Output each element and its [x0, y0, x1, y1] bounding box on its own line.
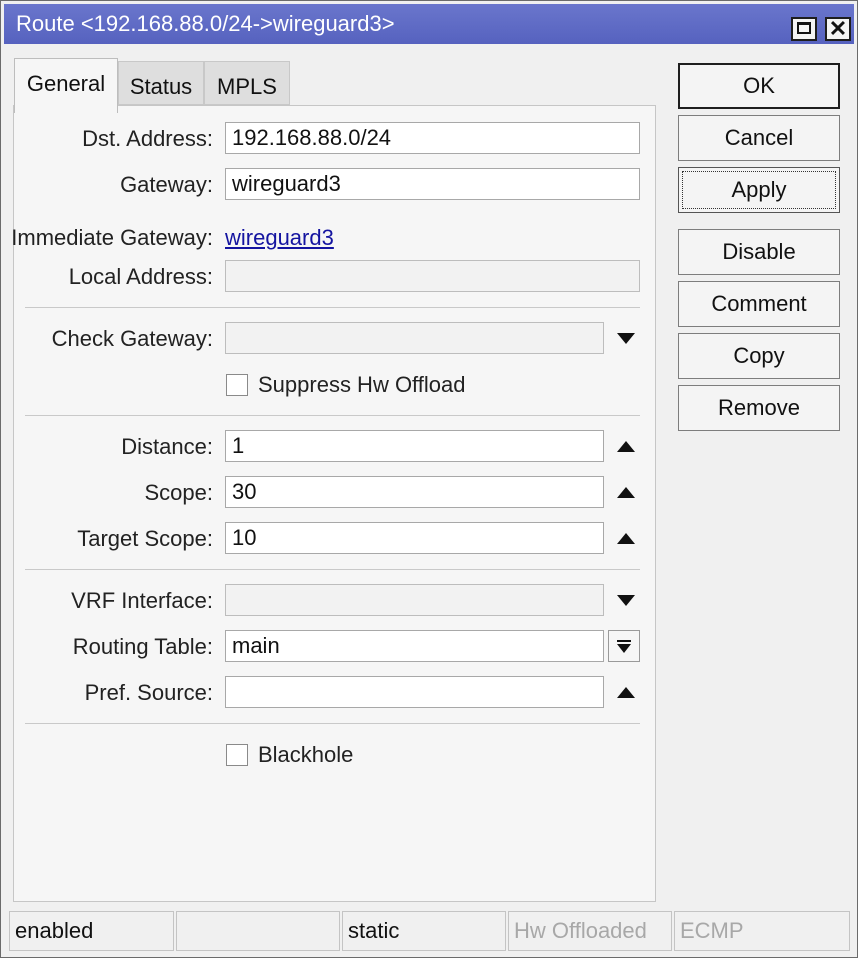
route-window: Route <192.168.88.0/24->wireguard3> ✕ Ge…: [0, 0, 858, 958]
remove-button[interactable]: Remove: [678, 385, 840, 431]
suppress-hw-offload-label: Suppress Hw Offload: [258, 372, 466, 397]
blackhole-label: Blackhole: [258, 742, 354, 767]
check-gateway-label: Check Gateway:: [51, 326, 213, 351]
tab-mpls[interactable]: MPLS: [204, 61, 290, 105]
disable-button[interactable]: Disable: [678, 229, 840, 275]
title-bar[interactable]: Route <192.168.88.0/24->wireguard3> ✕: [4, 4, 854, 44]
comment-button[interactable]: Comment: [678, 281, 840, 327]
suppress-hw-offload-checkbox[interactable]: [226, 374, 248, 396]
distance-input[interactable]: 1: [225, 430, 604, 462]
dropdown-bar-icon: [617, 640, 631, 642]
separator: [25, 569, 640, 570]
distance-collapse-icon[interactable]: [617, 441, 635, 452]
gateway-input[interactable]: wireguard3: [225, 168, 640, 200]
target-scope-input[interactable]: 10: [225, 522, 604, 554]
routing-table-dropdown-button[interactable]: [608, 630, 640, 662]
target-scope-label: Target Scope:: [77, 526, 213, 551]
scope-collapse-icon[interactable]: [617, 487, 635, 498]
focus-ring: [682, 171, 836, 209]
check-gateway-input[interactable]: [225, 322, 604, 354]
vrf-interface-dropdown-icon[interactable]: [617, 595, 635, 606]
maximize-button[interactable]: [791, 17, 817, 41]
tab-general[interactable]: General: [14, 58, 118, 113]
apply-button[interactable]: Apply: [678, 167, 840, 213]
routing-table-input[interactable]: main: [225, 630, 604, 662]
scope-input[interactable]: 30: [225, 476, 604, 508]
close-icon: ✕: [828, 16, 848, 41]
dst-address-label: Dst. Address:: [82, 126, 213, 151]
vrf-interface-label: VRF Interface:: [71, 588, 213, 613]
scope-label: Scope:: [144, 480, 214, 505]
close-button[interactable]: ✕: [825, 16, 851, 41]
target-scope-collapse-icon[interactable]: [617, 533, 635, 544]
pref-source-input[interactable]: [225, 676, 604, 708]
tab-status[interactable]: Status: [118, 61, 204, 105]
pref-source-collapse-icon[interactable]: [617, 687, 635, 698]
routing-table-label: Routing Table:: [72, 634, 213, 659]
separator: [25, 723, 640, 724]
status-ecmp: ECMP: [674, 911, 850, 951]
status-empty: [176, 911, 340, 951]
status-enabled: enabled: [9, 911, 174, 951]
vrf-interface-input[interactable]: [225, 584, 604, 616]
chevron-down-icon: [617, 644, 631, 653]
status-hw-offloaded: Hw Offloaded: [508, 911, 672, 951]
local-address-label: Local Address:: [68, 264, 213, 289]
check-gateway-dropdown-icon[interactable]: [617, 333, 635, 344]
separator: [25, 415, 640, 416]
blackhole-checkbox[interactable]: [226, 744, 248, 766]
dst-address-input[interactable]: 192.168.88.0/24: [225, 122, 640, 154]
gateway-label: Gateway:: [120, 172, 213, 197]
local-address-input: [225, 260, 640, 292]
status-static: static: [342, 911, 506, 951]
immediate-gateway-link[interactable]: wireguard3: [225, 225, 334, 251]
window-title: Route <192.168.88.0/24->wireguard3>: [16, 11, 395, 36]
pref-source-label: Pref. Source:: [84, 680, 213, 705]
immediate-gateway-label: Immediate Gateway:: [11, 225, 213, 250]
ok-button[interactable]: OK: [678, 63, 840, 109]
cancel-button[interactable]: Cancel: [678, 115, 840, 161]
copy-button[interactable]: Copy: [678, 333, 840, 379]
distance-label: Distance:: [121, 434, 213, 459]
separator: [25, 307, 640, 308]
